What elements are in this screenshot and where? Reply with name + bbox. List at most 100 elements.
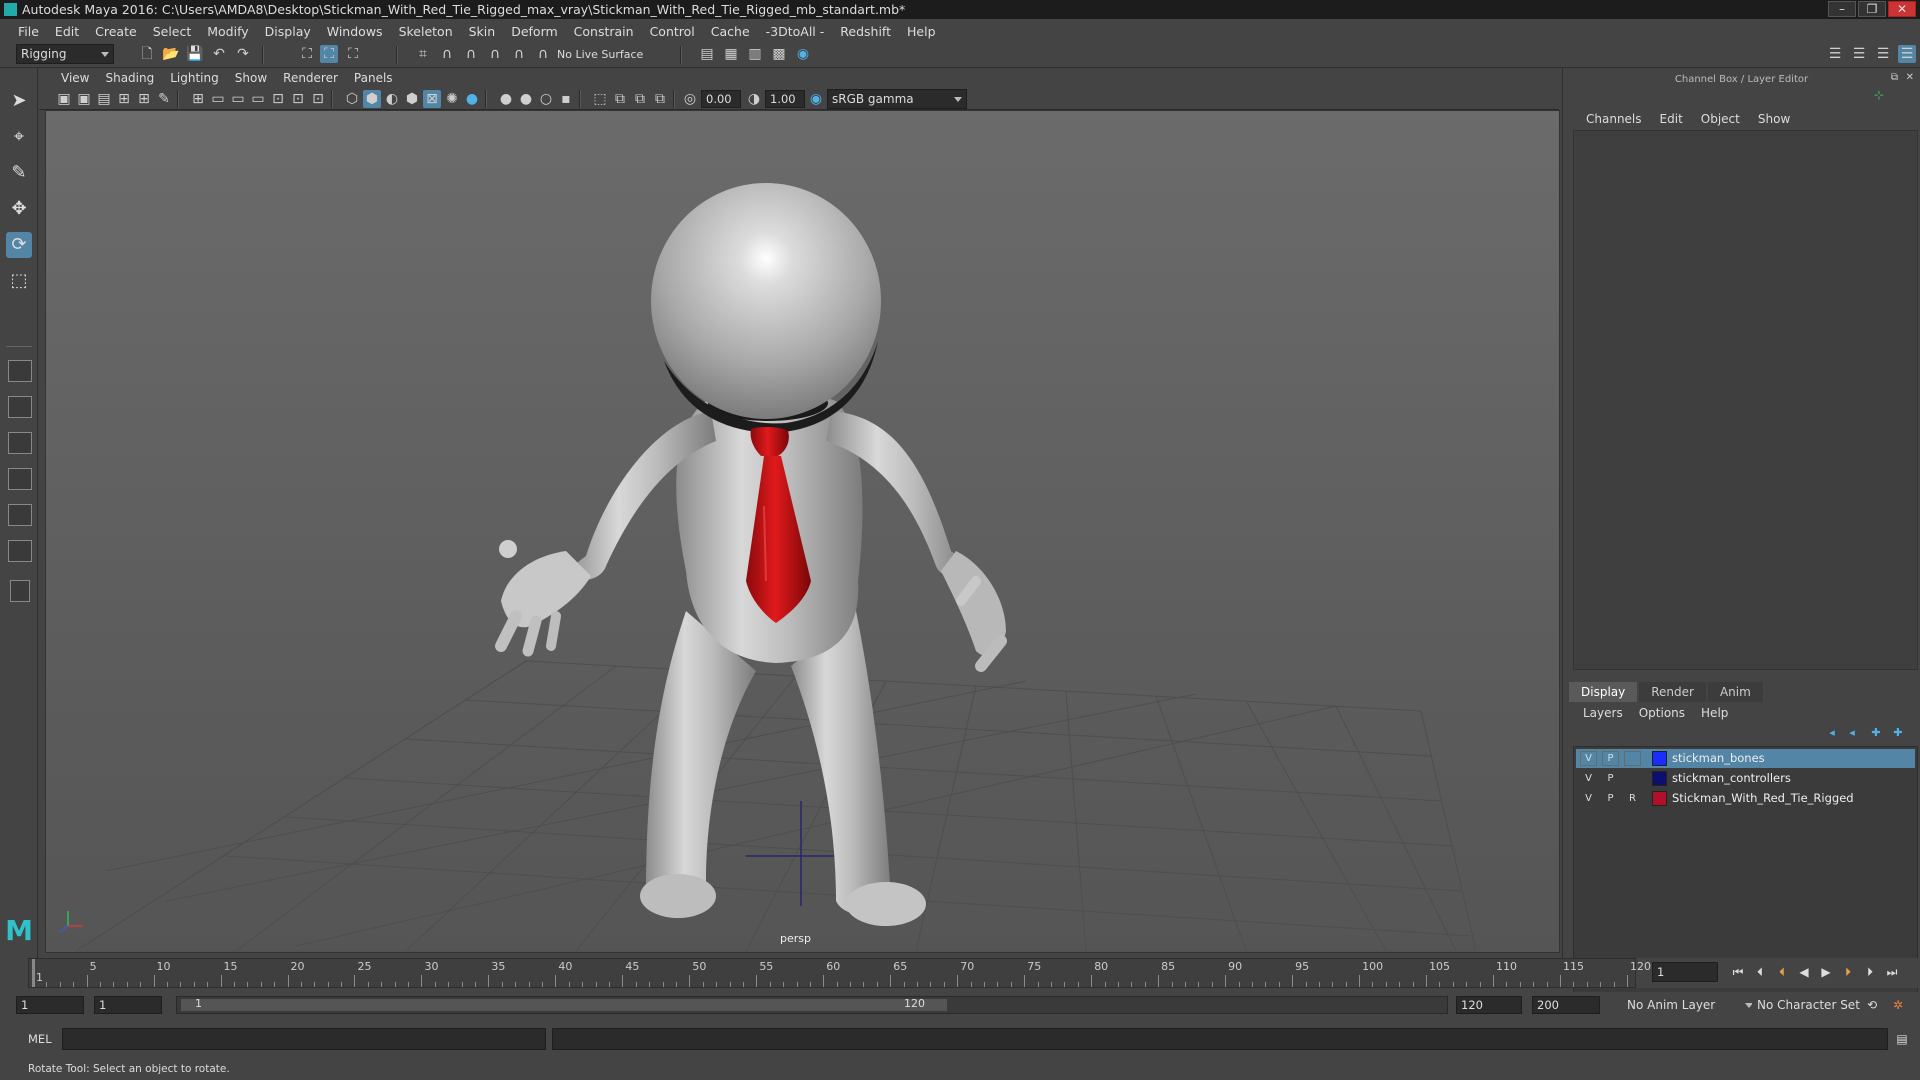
playback-start-field[interactable]: 1: [94, 996, 162, 1014]
float-panel-icon[interactable]: ⧉: [1891, 72, 1898, 83]
viewport-menu-renderer[interactable]: Renderer: [275, 71, 346, 85]
paint-select-tool-icon[interactable]: ✎: [6, 160, 32, 186]
layer-visibility-toggle[interactable]: V: [1580, 771, 1597, 786]
channels-menu[interactable]: Channels: [1577, 112, 1651, 126]
edit-menu[interactable]: Edit: [1651, 112, 1692, 126]
tab-render[interactable]: Render: [1639, 682, 1706, 702]
range-slider-track[interactable]: 1 120: [176, 996, 1448, 1014]
move-layer-down-icon[interactable]: ◂: [1843, 724, 1861, 742]
current-time-marker[interactable]: [32, 959, 35, 987]
tab-display[interactable]: Display: [1569, 682, 1638, 702]
shadows-icon[interactable]: ●: [463, 90, 481, 108]
isolate-select-icon[interactable]: ⬚: [591, 90, 609, 108]
ipr-render-icon[interactable]: ▥: [746, 45, 764, 63]
layer-playback-toggle[interactable]: P: [1602, 771, 1619, 786]
rotate-tool-icon[interactable]: ⟳: [6, 232, 32, 258]
render-current-frame-icon[interactable]: ▦: [722, 45, 740, 63]
move-tool-icon[interactable]: ✥: [6, 196, 32, 222]
snap-curve-icon[interactable]: ∩: [438, 45, 456, 63]
menu-set-dropdown[interactable]: Rigging: [16, 44, 114, 64]
menu-redshift[interactable]: Redshift: [832, 24, 899, 39]
gamma-icon[interactable]: ◑: [745, 90, 763, 108]
new-scene-icon[interactable]: 🗋: [138, 45, 156, 63]
close-button[interactable]: ✕: [1888, 1, 1916, 17]
help-menu[interactable]: Help: [1693, 706, 1736, 720]
persp-outliner-layout-icon[interactable]: [8, 432, 32, 454]
layer-row-stickman-with-red-tie-rigged[interactable]: V P R Stickman_With_Red_Tie_Rigged: [1576, 789, 1915, 808]
render-view-icon[interactable]: ▤: [698, 45, 716, 63]
save-scene-icon[interactable]: 💾: [186, 45, 204, 63]
time-ruler[interactable]: 1 5 10 15 20 25 30 35 40 45 50 55 60 65 70 75 80 85 90 95 10…: [28, 958, 1651, 988]
select-tool-icon[interactable]: ➤: [6, 88, 32, 114]
layer-display-type-toggle[interactable]: [1624, 751, 1641, 766]
custom-layout-icon[interactable]: [10, 580, 30, 602]
command-input[interactable]: [62, 1028, 546, 1050]
snap-view-plane-icon[interactable]: ∩: [486, 45, 504, 63]
exposure-icon[interactable]: ◎: [681, 90, 699, 108]
layer-playback-toggle[interactable]: P: [1602, 791, 1619, 806]
menu-skin[interactable]: Skin: [461, 24, 504, 39]
menu-create[interactable]: Create: [87, 24, 145, 39]
layers-menu[interactable]: Layers: [1575, 706, 1631, 720]
go-to-start-icon[interactable]: ⏮: [1730, 964, 1746, 980]
end-time-field[interactable]: 200: [1532, 996, 1600, 1014]
menu-cache[interactable]: Cache: [703, 24, 758, 39]
menu-control[interactable]: Control: [642, 24, 703, 39]
four-view-layout-icon[interactable]: [8, 396, 32, 418]
close-panel-icon[interactable]: ✕: [1906, 72, 1914, 83]
modeling-toolkit-icon[interactable]: ☰: [1826, 45, 1844, 63]
viewport-menu-lighting[interactable]: Lighting: [162, 71, 227, 85]
snap-surface-icon[interactable]: ∩: [510, 45, 528, 63]
layer-visibility-toggle[interactable]: V: [1580, 791, 1597, 806]
camera-select-icon[interactable]: ▣: [55, 90, 73, 108]
play-forward-icon[interactable]: ▶: [1818, 964, 1834, 980]
safe-title-icon[interactable]: ⊡: [309, 90, 327, 108]
default-material-icon[interactable]: ◐: [383, 90, 401, 108]
menu-constrain[interactable]: Constrain: [566, 24, 642, 39]
viewport-menu-show[interactable]: Show: [227, 71, 275, 85]
range-slider-handle[interactable]: 1 120: [181, 997, 947, 1011]
redo-icon[interactable]: ↷: [234, 45, 252, 63]
wireframe-icon[interactable]: ⬡: [343, 90, 361, 108]
script-editor-icon[interactable]: ▤: [1894, 1031, 1910, 1047]
select-hierarchy-icon[interactable]: ⛶: [298, 45, 316, 63]
layer-color-swatch[interactable]: [1652, 771, 1667, 786]
field-chart-icon[interactable]: ⊡: [269, 90, 287, 108]
persp-hypershade-layout-icon[interactable]: [8, 504, 32, 526]
options-menu[interactable]: Options: [1631, 706, 1693, 720]
menu-edit[interactable]: Edit: [47, 24, 87, 39]
layer-row-stickman-controllers[interactable]: V P stickman_controllers: [1576, 769, 1915, 788]
perspective-viewport[interactable]: [45, 110, 1560, 953]
two-d-pan-zoom-icon[interactable]: ⊞: [135, 90, 153, 108]
image-plane-icon[interactable]: ⊞: [115, 90, 133, 108]
new-layer-icon[interactable]: ✚: [1867, 724, 1885, 742]
hypershade-icon[interactable]: ◉: [794, 45, 812, 63]
layer-playback-toggle[interactable]: P: [1602, 751, 1619, 766]
start-time-field[interactable]: 1: [16, 996, 84, 1014]
layer-color-swatch[interactable]: [1652, 791, 1667, 806]
snap-grid-icon[interactable]: ⌗: [414, 45, 432, 63]
show-menu[interactable]: Show: [1749, 112, 1799, 126]
menu-skeleton[interactable]: Skeleton: [391, 24, 461, 39]
object-menu[interactable]: Object: [1692, 112, 1749, 126]
step-forward-key-icon[interactable]: ⏵: [1840, 964, 1856, 980]
snap-projected-center-icon[interactable]: ∩: [534, 45, 552, 63]
screen-space-ao-icon[interactable]: ●: [497, 90, 515, 108]
multisample-aa-icon[interactable]: ○: [537, 90, 555, 108]
layer-display-type-toggle[interactable]: [1624, 771, 1641, 786]
exposure-field[interactable]: 0.00: [701, 90, 741, 108]
menu-modify[interactable]: Modify: [199, 24, 256, 39]
layer-row-stickman-bones[interactable]: V P stickman_bones: [1576, 749, 1915, 768]
bookmark-icon[interactable]: ▤: [95, 90, 113, 108]
menu-select[interactable]: Select: [145, 24, 200, 39]
open-scene-icon[interactable]: 📂: [162, 45, 180, 63]
maximize-button[interactable]: ❐: [1858, 1, 1886, 17]
grease-pencil-icon[interactable]: ✎: [155, 90, 173, 108]
lasso-tool-icon[interactable]: ⌖: [6, 124, 32, 150]
persp-graph-layout-icon[interactable]: [8, 468, 32, 490]
menu-3dtoall[interactable]: -3DtoAll -: [758, 24, 833, 39]
stickman-model[interactable]: [495, 183, 1007, 926]
animation-preferences-icon[interactable]: ✲: [1890, 997, 1906, 1013]
step-forward-frame-icon[interactable]: ⏵: [1862, 964, 1878, 980]
auto-key-icon[interactable]: ⟲: [1864, 997, 1880, 1013]
